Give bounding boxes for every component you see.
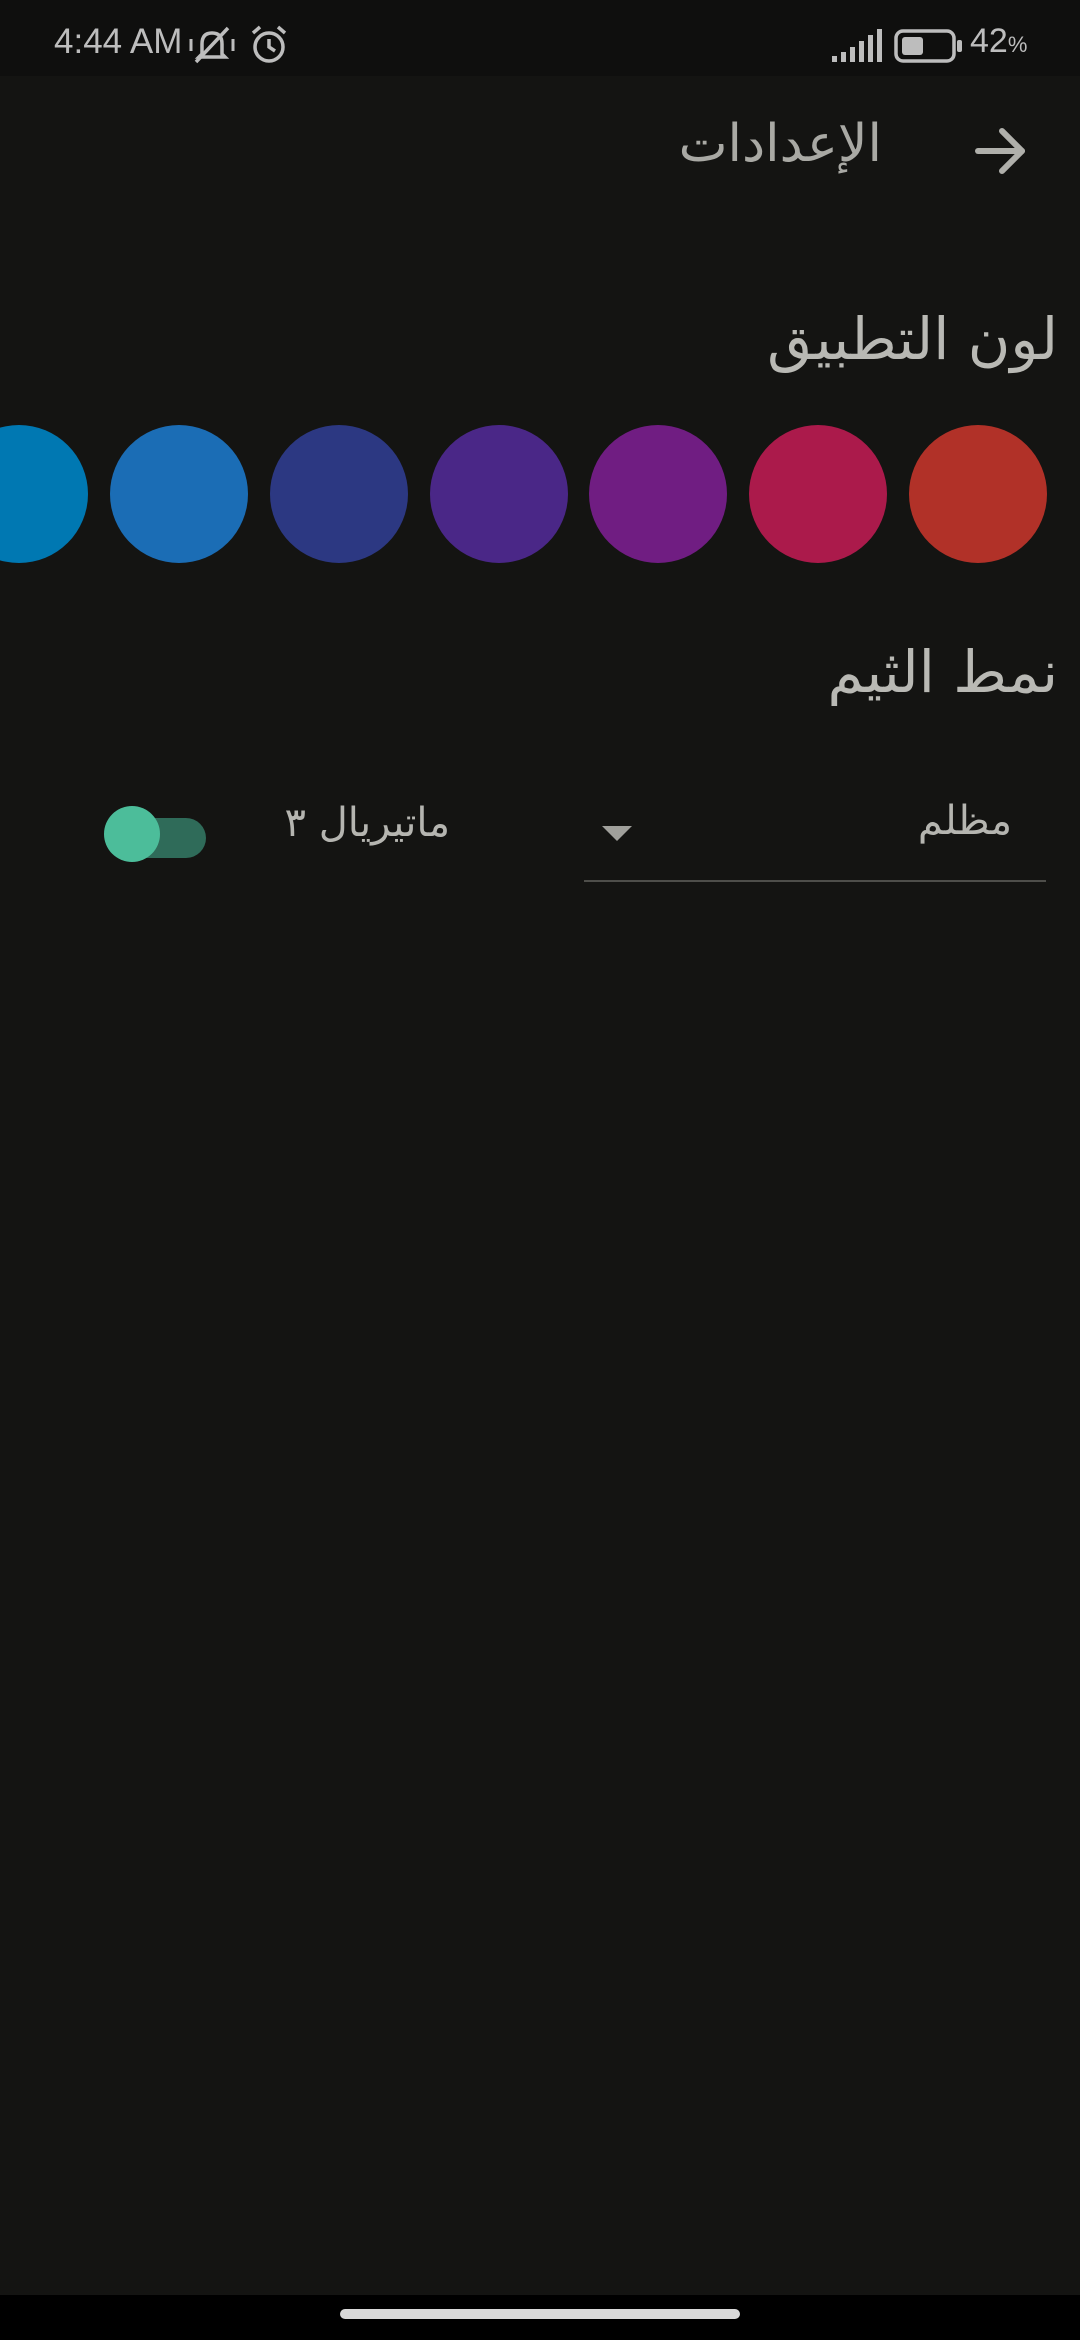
back-button[interactable] xyxy=(960,116,1040,186)
home-gesture-pill[interactable] xyxy=(340,2309,740,2319)
battery-icon xyxy=(894,28,964,68)
color-swatch-red[interactable] xyxy=(909,425,1047,563)
battery-percent: 42% xyxy=(970,22,1028,60)
theme-mode-heading: نمط الثيم xyxy=(827,638,1058,706)
status-bar: 4:44 AM 42% xyxy=(0,0,1080,76)
toggle-thumb xyxy=(104,806,160,862)
material3-label: ماتيريال ٣ xyxy=(284,800,450,846)
color-swatch-purple[interactable] xyxy=(589,425,727,563)
theme-mode-value: مظلم xyxy=(917,798,1012,844)
status-time: 4:44 AM xyxy=(54,22,183,61)
settings-screen: 4:44 AM 42% الإعدادات لون التطبيق نمط ال… xyxy=(0,0,1080,2340)
app-bar: الإعدادات xyxy=(0,76,1080,226)
arrow-right-icon xyxy=(975,128,1025,174)
app-color-heading: لون التطبيق xyxy=(767,305,1058,373)
material3-toggle[interactable] xyxy=(104,806,206,862)
theme-mode-dropdown[interactable]: مظلم xyxy=(584,780,1046,882)
color-swatch-pink[interactable] xyxy=(749,425,887,563)
page-title: الإعدادات xyxy=(678,114,882,174)
alarm-icon xyxy=(248,24,290,70)
color-swatch-blue[interactable] xyxy=(110,425,248,563)
mute-vibrate-icon xyxy=(188,24,236,70)
color-swatch-light-blue[interactable] xyxy=(0,425,88,563)
color-swatch-indigo[interactable] xyxy=(270,425,408,563)
navigation-bar xyxy=(0,2295,1080,2340)
signal-icon xyxy=(832,28,884,68)
color-swatch-deep-purple[interactable] xyxy=(430,425,568,563)
dropdown-arrow-icon xyxy=(602,826,632,841)
